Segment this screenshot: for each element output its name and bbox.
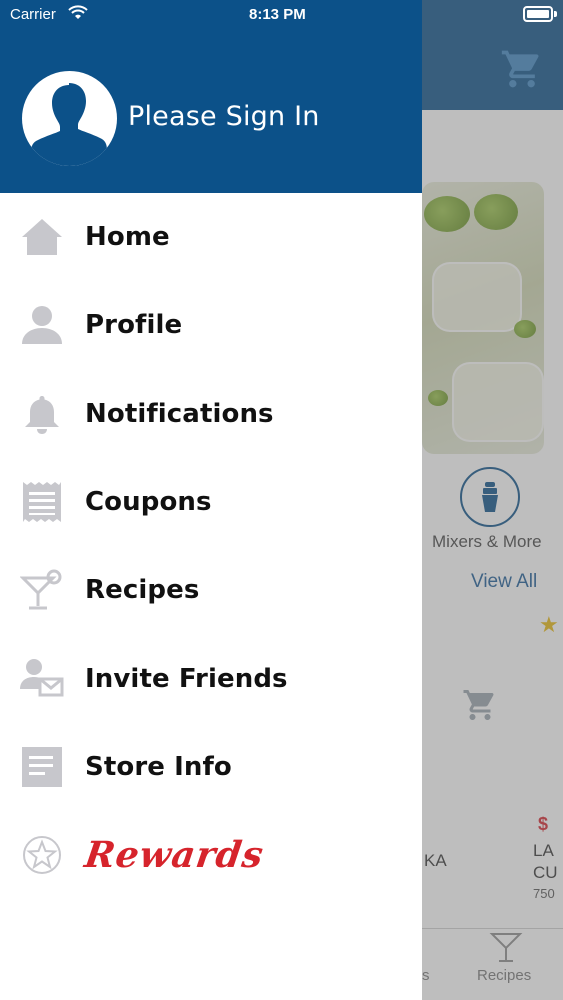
menu-label: Store Info [85,751,232,782]
avatar[interactable] [22,71,117,166]
menu-label: Invite Friends [85,663,288,694]
rewards-logo: Rewards [82,834,267,877]
status-bar: Carrier 8:13 PM [0,0,563,30]
cocktail-icon [20,568,64,612]
menu-label: Recipes [85,575,200,606]
profile-icon [20,303,64,347]
store-info-icon [20,745,64,789]
menu-label: Home [85,222,170,253]
menu-item-store-info[interactable]: Store Info [0,723,422,811]
menu-item-rewards[interactable]: Rewards [0,811,422,899]
home-icon [20,215,64,259]
menu-item-notifications[interactable]: Notifications [0,370,422,458]
wifi-icon [68,5,88,19]
invite-friends-icon [20,657,64,701]
battery-tip [554,11,557,17]
menu-label: Notifications [85,398,274,429]
menu-item-recipes[interactable]: Recipes [0,546,422,634]
navigation-drawer: Please Sign In Home Profile Notification… [0,0,422,1000]
menu-item-invite-friends[interactable]: Invite Friends [0,634,422,722]
person-silhouette-icon [31,83,107,166]
coupon-icon [20,480,64,524]
battery-icon [523,6,553,22]
carrier-label: Carrier [10,6,56,23]
menu-item-profile[interactable]: Profile [0,281,422,369]
menu-item-coupons[interactable]: Coupons [0,458,422,546]
menu-item-home[interactable]: Home [0,193,422,281]
bell-icon [20,392,64,436]
star-icon [20,833,64,877]
sign-in-prompt[interactable]: Please Sign In [128,101,320,132]
drawer-menu: Home Profile Notifications Coupons Recip… [0,193,422,899]
menu-label: Coupons [85,487,212,518]
menu-label: Profile [85,310,183,341]
clock: 8:13 PM [249,6,306,23]
